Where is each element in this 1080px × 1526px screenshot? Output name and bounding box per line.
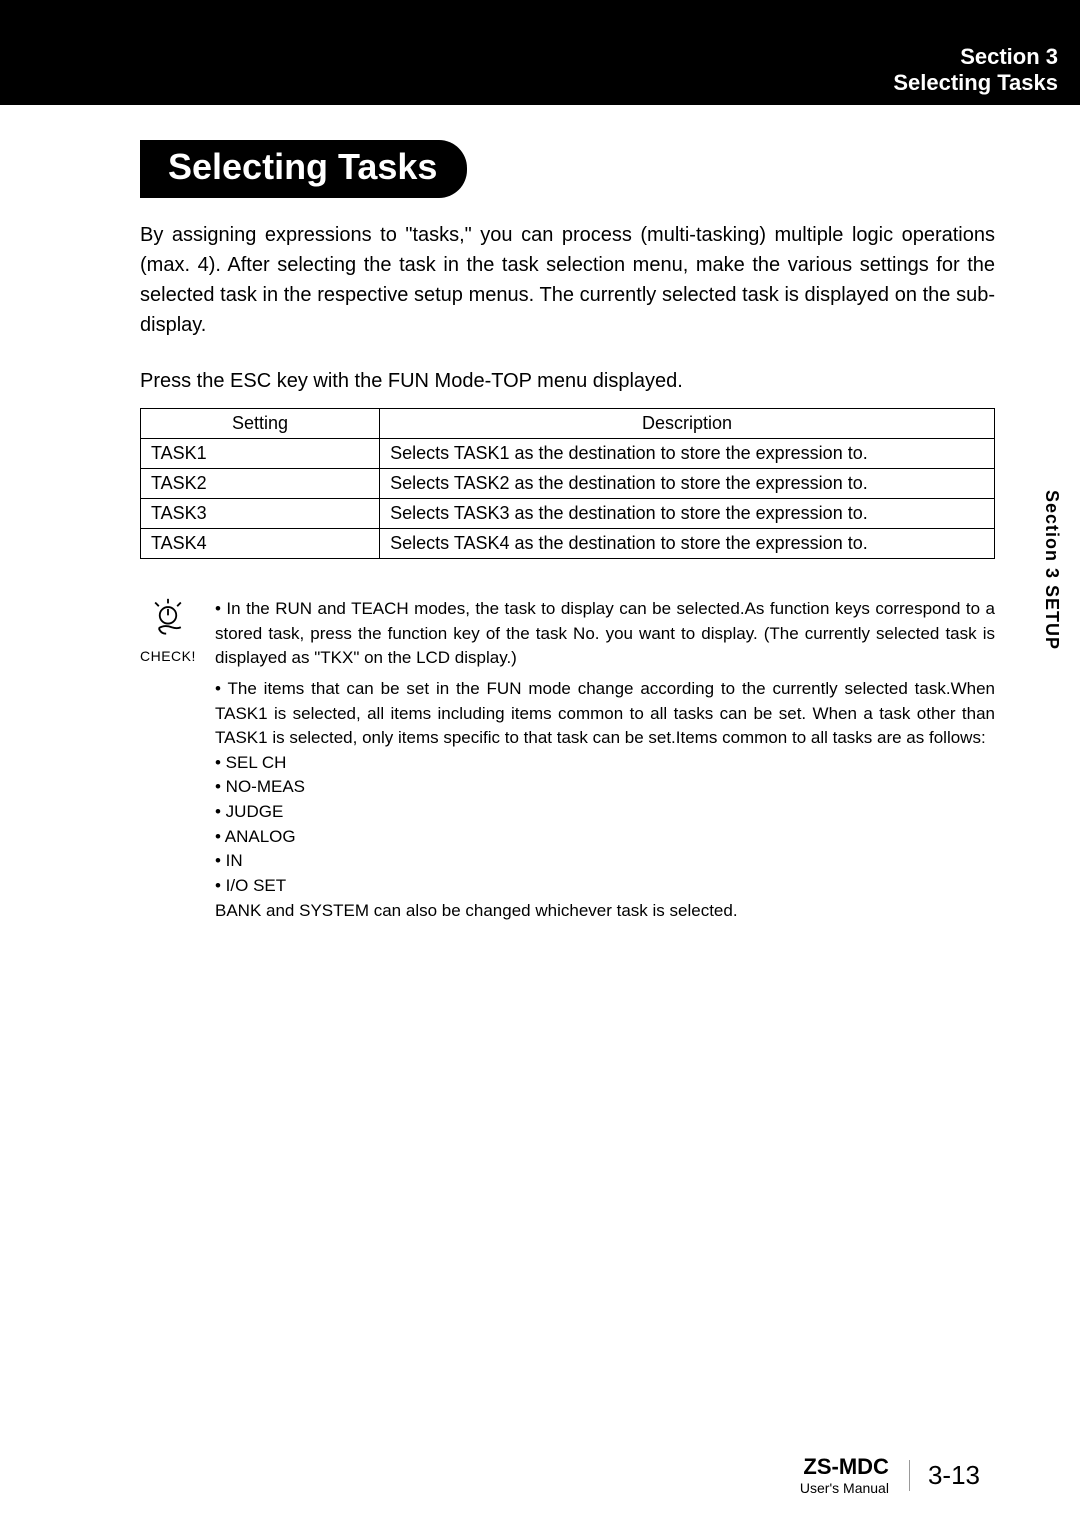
note-item: • ANALOG bbox=[215, 825, 995, 850]
footer-product: ZS-MDC bbox=[800, 1454, 889, 1480]
note-body: • In the RUN and TEACH modes, the task t… bbox=[215, 597, 995, 923]
note-item: • I/O SET bbox=[215, 874, 995, 899]
check-label: CHECK! bbox=[140, 648, 195, 664]
table-row: TASK4 Selects TASK4 as the destination t… bbox=[141, 529, 995, 559]
footer-page-number: 3-13 bbox=[909, 1460, 980, 1491]
instruction-line: Press the ESC key with the FUN Mode-TOP … bbox=[140, 370, 995, 393]
table-cell-setting: TASK1 bbox=[141, 439, 380, 469]
table-cell-setting: TASK2 bbox=[141, 469, 380, 499]
note-item: • IN bbox=[215, 849, 995, 874]
note-item: • JUDGE bbox=[215, 800, 995, 825]
table-cell-description: Selects TASK4 as the destination to stor… bbox=[380, 529, 995, 559]
page-content: Selecting Tasks By assigning expressions… bbox=[0, 105, 1080, 923]
check-icon: CHECK! bbox=[140, 597, 195, 923]
footer-subtitle: User's Manual bbox=[800, 1480, 889, 1496]
side-tab-label: Section 3 SETUP bbox=[1041, 490, 1062, 650]
table-cell-setting: TASK4 bbox=[141, 529, 380, 559]
table-cell-description: Selects TASK3 as the destination to stor… bbox=[380, 499, 995, 529]
page-footer: ZS-MDC User's Manual 3-13 bbox=[730, 1454, 980, 1496]
table-row: TASK3 Selects TASK3 as the destination t… bbox=[141, 499, 995, 529]
page-header: Section 3 Selecting Tasks bbox=[0, 0, 1080, 105]
footer-product-block: ZS-MDC User's Manual bbox=[800, 1454, 889, 1496]
table-row: TASK1 Selects TASK1 as the destination t… bbox=[141, 439, 995, 469]
table-row: TASK2 Selects TASK2 as the destination t… bbox=[141, 469, 995, 499]
check-note: CHECK! • In the RUN and TEACH modes, the… bbox=[140, 597, 995, 923]
table-cell-description: Selects TASK1 as the destination to stor… bbox=[380, 439, 995, 469]
heading-ribbon: Selecting Tasks bbox=[140, 140, 467, 198]
lightbulb-hand-icon bbox=[146, 597, 190, 641]
section-title: Selecting Tasks bbox=[893, 70, 1058, 96]
table-cell-description: Selects TASK2 as the destination to stor… bbox=[380, 469, 995, 499]
note-bullet-1: • In the RUN and TEACH modes, the task t… bbox=[215, 597, 995, 671]
header-right: Section 3 Selecting Tasks bbox=[893, 44, 1058, 96]
note-item: • NO-MEAS bbox=[215, 775, 995, 800]
table-head-setting: Setting bbox=[141, 409, 380, 439]
settings-table: Setting Description TASK1 Selects TASK1 … bbox=[140, 408, 995, 559]
note-bullet-2: • The items that can be set in the FUN m… bbox=[215, 677, 995, 751]
intro-paragraph: By assigning expressions to "tasks," you… bbox=[140, 220, 995, 340]
note-tail: BANK and SYSTEM can also be changed whic… bbox=[215, 899, 995, 924]
table-head-description: Description bbox=[380, 409, 995, 439]
section-label: Section 3 bbox=[893, 44, 1058, 70]
table-cell-setting: TASK3 bbox=[141, 499, 380, 529]
note-item: • SEL CH bbox=[215, 751, 995, 776]
